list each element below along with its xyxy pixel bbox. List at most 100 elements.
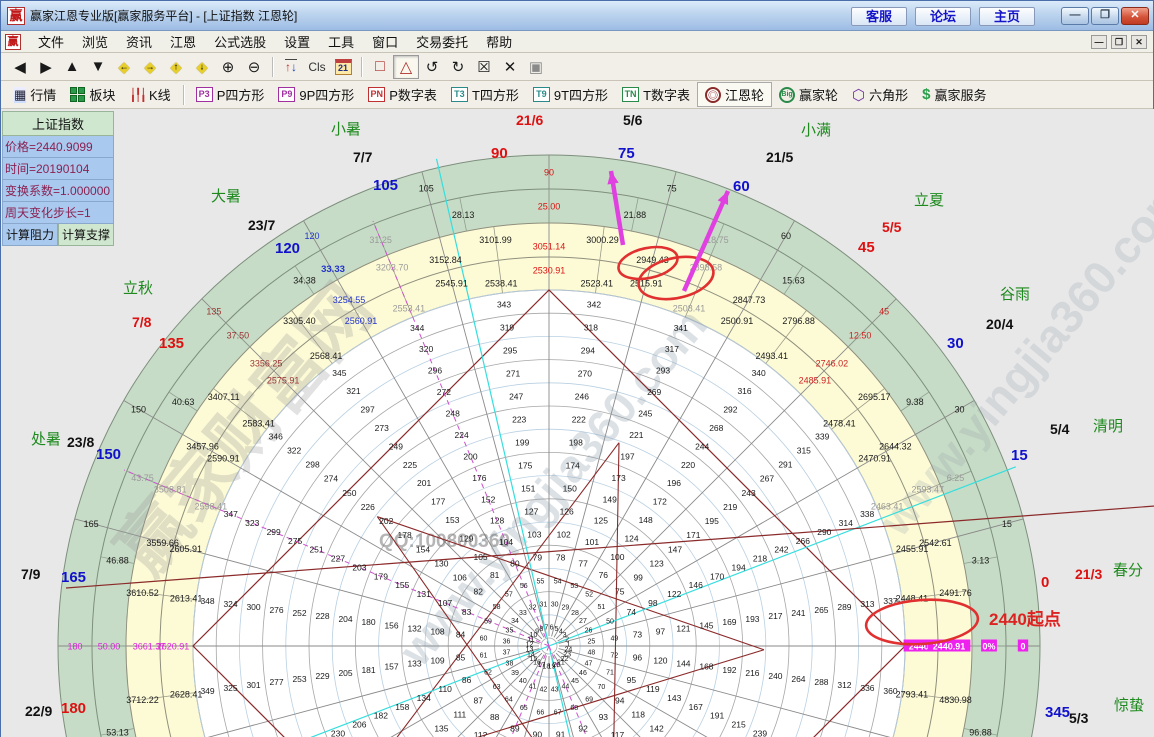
menu-9[interactable]: 帮助 bbox=[477, 33, 521, 52]
menu-8[interactable]: 交易委托 bbox=[407, 33, 477, 52]
tool-t-number-table[interactable]: TN T数字表 bbox=[615, 83, 697, 106]
spiral-number: 230 bbox=[331, 728, 345, 737]
spiral-number: 346 bbox=[269, 431, 283, 441]
percent-value: 34.38 bbox=[293, 276, 316, 286]
rotate-ccw-icon[interactable]: ↺ bbox=[419, 55, 445, 79]
quickbar-service-button[interactable]: 客服 bbox=[850, 6, 907, 26]
nav-prev-icon[interactable]: ◀ bbox=[7, 55, 33, 79]
spiral-number: 27 bbox=[579, 618, 587, 625]
spiral-number: 199 bbox=[515, 438, 529, 448]
spiral-number: 298 bbox=[305, 460, 319, 470]
spiral-number: 181 bbox=[361, 665, 375, 675]
spiral-number: 31 bbox=[540, 602, 548, 609]
child-minimize-button[interactable]: — bbox=[1091, 34, 1107, 49]
tool-quote-table[interactable]: ▦ 行情 bbox=[7, 83, 63, 106]
spiral-number: 124 bbox=[624, 533, 638, 543]
peak-up-icon[interactable]: ▲ bbox=[59, 55, 85, 79]
tool-t-square[interactable]: T3 T四方形 bbox=[444, 83, 526, 106]
spiral-number: 299 bbox=[267, 527, 281, 537]
zoom-in-icon[interactable]: ⊕ bbox=[215, 55, 241, 79]
spiral-number: 95 bbox=[627, 675, 637, 685]
tool-service-dollar[interactable]: $ 赢家服务 bbox=[915, 83, 993, 106]
triangle-tool-icon[interactable]: △ bbox=[393, 54, 419, 79]
close-button[interactable]: ✕ bbox=[1121, 6, 1149, 25]
calc-support-button[interactable]: 计算支撑 bbox=[58, 224, 114, 246]
menu-1[interactable]: 浏览 bbox=[73, 33, 117, 52]
tool-p-number-table[interactable]: PN P数字表 bbox=[361, 83, 444, 106]
spiral-number: 49 bbox=[611, 635, 619, 642]
collapse-icon[interactable]: ✕ bbox=[497, 55, 523, 79]
spiral-number: 33 bbox=[519, 610, 527, 617]
calendar-icon[interactable]: 21 bbox=[330, 55, 356, 79]
spiral-number: 158 bbox=[395, 702, 409, 712]
spiral-number: 339 bbox=[815, 431, 829, 441]
menu-6[interactable]: 工具 bbox=[319, 33, 363, 52]
spiral-number: 76 bbox=[599, 570, 609, 580]
rotate-cw-icon[interactable]: ↻ bbox=[445, 55, 471, 79]
spiral-number: 104 bbox=[499, 537, 513, 547]
expand-box-icon[interactable]: ☒ bbox=[471, 55, 497, 79]
square-tool-icon[interactable]: □ bbox=[367, 55, 393, 79]
minimize-button[interactable]: — bbox=[1061, 6, 1089, 25]
tool-label: P四方形 bbox=[216, 88, 265, 103]
diamond-up-icon[interactable]: ◆ ↑ bbox=[163, 55, 189, 79]
spiral-number: 150 bbox=[563, 484, 577, 494]
spiral-number: 325 bbox=[223, 683, 237, 693]
quickbar-forum-button[interactable]: 论坛 bbox=[914, 6, 971, 26]
spiral-number: 292 bbox=[723, 405, 737, 415]
outer-label: 立秋 bbox=[123, 280, 153, 297]
spiral-number: 215 bbox=[731, 720, 745, 730]
child-restore-button[interactable]: ❐ bbox=[1111, 34, 1127, 49]
tool-p-square[interactable]: P3 P四方形 bbox=[189, 83, 272, 106]
spiral-number: 198 bbox=[569, 438, 583, 448]
spiral-number: 316 bbox=[737, 386, 751, 396]
menu-0[interactable]: 文件 bbox=[29, 33, 73, 52]
spiral-number: 248 bbox=[446, 409, 460, 419]
spiral-number: 244 bbox=[695, 441, 709, 451]
peak-down-icon[interactable]: ▼ bbox=[85, 55, 111, 79]
price-inner-value: 2500.91 bbox=[721, 316, 754, 326]
diamond-right-icon[interactable]: ◆ → bbox=[137, 55, 163, 79]
tool-winner-wheel[interactable]: Big 赢家轮 bbox=[772, 83, 845, 106]
menu-4[interactable]: 公式选股 bbox=[205, 33, 275, 52]
gann-wheel-chart[interactable]: 赢家财富网 www.yingjia360.com www.yingjia360.co… bbox=[1, 109, 1154, 737]
spiral-number: 342 bbox=[587, 300, 601, 310]
calc-resistance-button[interactable]: 计算阻力 bbox=[2, 224, 58, 246]
diamond-left-icon[interactable]: ◆ ← bbox=[111, 55, 137, 79]
spiral-number: 154 bbox=[416, 544, 430, 554]
menu-3[interactable]: 江恩 bbox=[161, 33, 205, 52]
menu-2[interactable]: 资讯 bbox=[117, 33, 161, 52]
price-outer-value: 3712.22 bbox=[126, 695, 159, 705]
tool-kline[interactable]: ╽╿╽ K线 bbox=[122, 83, 177, 106]
tool-sector-blocks[interactable]: 板块 bbox=[63, 83, 122, 106]
price-inner-value: 2575.91 bbox=[267, 376, 300, 386]
tool-gann-wheel[interactable]: 江恩轮 bbox=[697, 82, 773, 107]
nav-next-icon[interactable]: ▶ bbox=[33, 55, 59, 79]
updown-axis-icon[interactable]: ↑↓ bbox=[278, 55, 304, 79]
tool-ninep-square[interactable]: P9 9P四方形 bbox=[271, 83, 361, 106]
outer-label: 5/5 bbox=[882, 219, 902, 235]
panel-row-2: 变换系数=1.000000 bbox=[2, 180, 114, 202]
spiral-number: 274 bbox=[324, 474, 338, 484]
quickbar-home-button[interactable]: 主页 bbox=[978, 6, 1035, 26]
price-outer-value: 4830.98 bbox=[939, 695, 972, 705]
zoom-out-icon[interactable]: ⊖ bbox=[241, 55, 267, 79]
outer-label: 180 bbox=[61, 700, 86, 717]
tool-ninet-square[interactable]: T9 9T四方形 bbox=[526, 83, 615, 106]
service-dollar-icon: $ bbox=[922, 86, 931, 103]
cls-button[interactable]: Cls bbox=[304, 55, 330, 79]
price-outer-value: 3152.84 bbox=[429, 255, 462, 265]
spiral-number: 319 bbox=[500, 323, 514, 333]
percent-value: 3.13 bbox=[972, 556, 990, 566]
menu-5[interactable]: 设置 bbox=[275, 33, 319, 52]
spiral-number: 72 bbox=[611, 653, 619, 660]
spiral-number: 222 bbox=[572, 415, 586, 425]
spiral-number: 112 bbox=[474, 730, 488, 737]
diamond-down-icon[interactable]: ◆ ↓ bbox=[189, 55, 215, 79]
restore-button[interactable]: ❐ bbox=[1091, 6, 1119, 25]
presentation-icon[interactable]: ▣ bbox=[523, 55, 549, 79]
percent-value: 6.25 bbox=[947, 473, 965, 483]
child-close-button[interactable]: ✕ bbox=[1131, 34, 1147, 49]
tool-hexagon[interactable]: ⬡ 六角形 bbox=[845, 83, 915, 106]
menu-7[interactable]: 窗口 bbox=[363, 33, 407, 52]
